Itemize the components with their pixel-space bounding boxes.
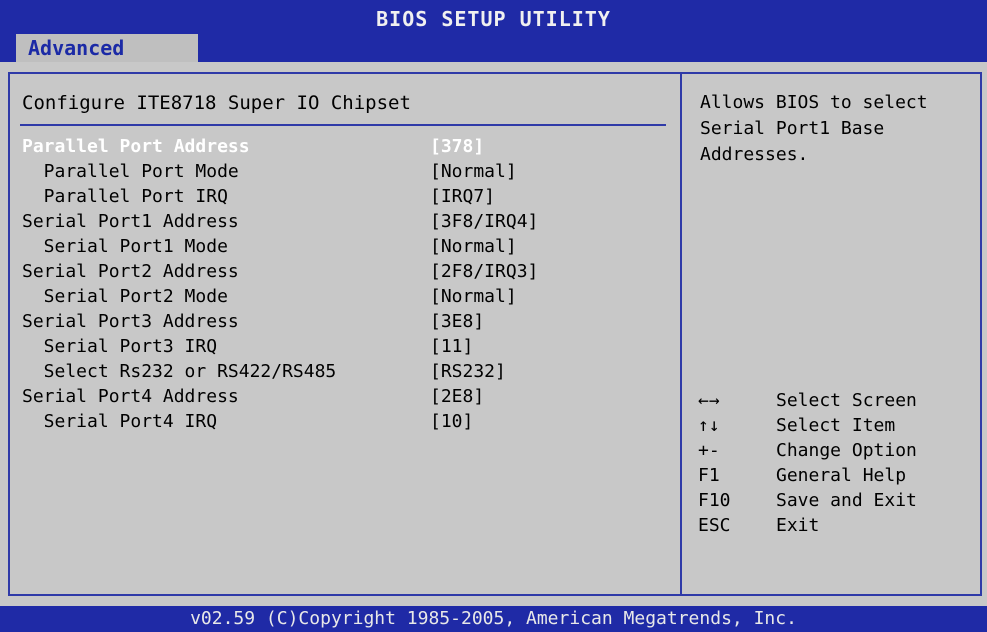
setting-value[interactable]: [11] [430, 336, 473, 357]
key-action: Save and Exit [776, 490, 917, 511]
setting-value[interactable]: [2F8/IRQ3] [430, 261, 538, 282]
setting-value[interactable]: [3E8] [430, 311, 484, 332]
copyright-footer: v02.59 (C)Copyright 1985-2005, American … [0, 606, 987, 632]
bios-screen: BIOS SETUP UTILITY Advanced Configure IT… [0, 0, 987, 632]
setting-serial-port1-mode[interactable]: Serial Port1 Mode [Normal] [0, 236, 670, 260]
setting-value[interactable]: [10] [430, 411, 473, 432]
key-action: Select Screen [776, 390, 917, 411]
left-right-arrows-icon: ←→ [698, 390, 720, 411]
setting-parallel-port-mode[interactable]: Parallel Port Mode [Normal] [0, 161, 670, 185]
setting-value[interactable]: [Normal] [430, 286, 517, 307]
key-label: ESC [698, 515, 731, 536]
setting-serial-port3-address[interactable]: Serial Port3 Address [3E8] [0, 311, 670, 335]
setting-label: Serial Port3 IRQ [22, 336, 218, 357]
setting-serial-port4-address[interactable]: Serial Port4 Address [2E8] [0, 386, 670, 410]
key-action: Change Option [776, 440, 917, 461]
setting-value[interactable]: [RS232] [430, 361, 506, 382]
key-action: General Help [776, 465, 907, 486]
setting-label: Serial Port2 Address [22, 261, 239, 282]
key-label: +- [698, 440, 720, 461]
section-title: Configure ITE8718 Super IO Chipset [22, 92, 411, 114]
key-action: Select Item [776, 415, 896, 436]
setting-value[interactable]: [Normal] [430, 161, 517, 182]
setting-parallel-port-irq[interactable]: Parallel Port IRQ [IRQ7] [0, 186, 670, 210]
setting-label: Select Rs232 or RS422/RS485 [22, 361, 337, 382]
setting-label: Parallel Port IRQ [22, 186, 228, 207]
key-hint-exit: ESC Exit [698, 515, 968, 539]
setting-label: Serial Port1 Address [22, 211, 239, 232]
tab-advanced[interactable]: Advanced [16, 34, 198, 62]
setting-label: Serial Port1 Mode [22, 236, 228, 257]
setting-value[interactable]: [Normal] [430, 236, 517, 257]
key-hint-save-exit: F10 Save and Exit [698, 490, 968, 514]
setting-value[interactable]: [2E8] [430, 386, 484, 407]
key-hint-change-option: +- Change Option [698, 440, 968, 464]
setting-parallel-port-address[interactable]: Parallel Port Address [378] [0, 136, 670, 160]
setting-label: Parallel Port Address [22, 136, 250, 157]
setting-serial-port3-irq[interactable]: Serial Port3 IRQ [11] [0, 336, 670, 360]
setting-serial-port4-irq[interactable]: Serial Port4 IRQ [10] [0, 411, 670, 435]
setting-label: Serial Port4 IRQ [22, 411, 218, 432]
section-underline [20, 124, 666, 126]
setting-label: Serial Port4 Address [22, 386, 239, 407]
up-down-arrows-icon: ↑↓ [698, 415, 720, 436]
setting-value[interactable]: [3F8/IRQ4] [430, 211, 538, 232]
key-label: F10 [698, 490, 731, 511]
setting-serial-port1-address[interactable]: Serial Port1 Address [3F8/IRQ4] [0, 211, 670, 235]
key-hint-select-item: ↑↓ Select Item [698, 415, 968, 439]
help-text: Allows BIOS to select Serial Port1 Base … [700, 92, 928, 165]
setting-value[interactable]: [IRQ7] [430, 186, 495, 207]
setting-serial-port3-interface[interactable]: Select Rs232 or RS422/RS485 [RS232] [0, 361, 670, 385]
setting-label: Serial Port2 Mode [22, 286, 228, 307]
key-label: F1 [698, 465, 720, 486]
panel-divider [680, 72, 682, 596]
key-hint-general-help: F1 General Help [698, 465, 968, 489]
setting-serial-port2-mode[interactable]: Serial Port2 Mode [Normal] [0, 286, 670, 310]
bios-title: BIOS SETUP UTILITY [376, 7, 611, 31]
key-action: Exit [776, 515, 820, 536]
setting-label: Parallel Port Mode [22, 161, 239, 182]
setting-value[interactable]: [378] [430, 136, 484, 157]
key-hint-select-screen: ←→ Select Screen [698, 390, 968, 414]
setting-serial-port2-address[interactable]: Serial Port2 Address [2F8/IRQ3] [0, 261, 670, 285]
title-bar: BIOS SETUP UTILITY Advanced [0, 0, 987, 62]
setting-label: Serial Port3 Address [22, 311, 239, 332]
